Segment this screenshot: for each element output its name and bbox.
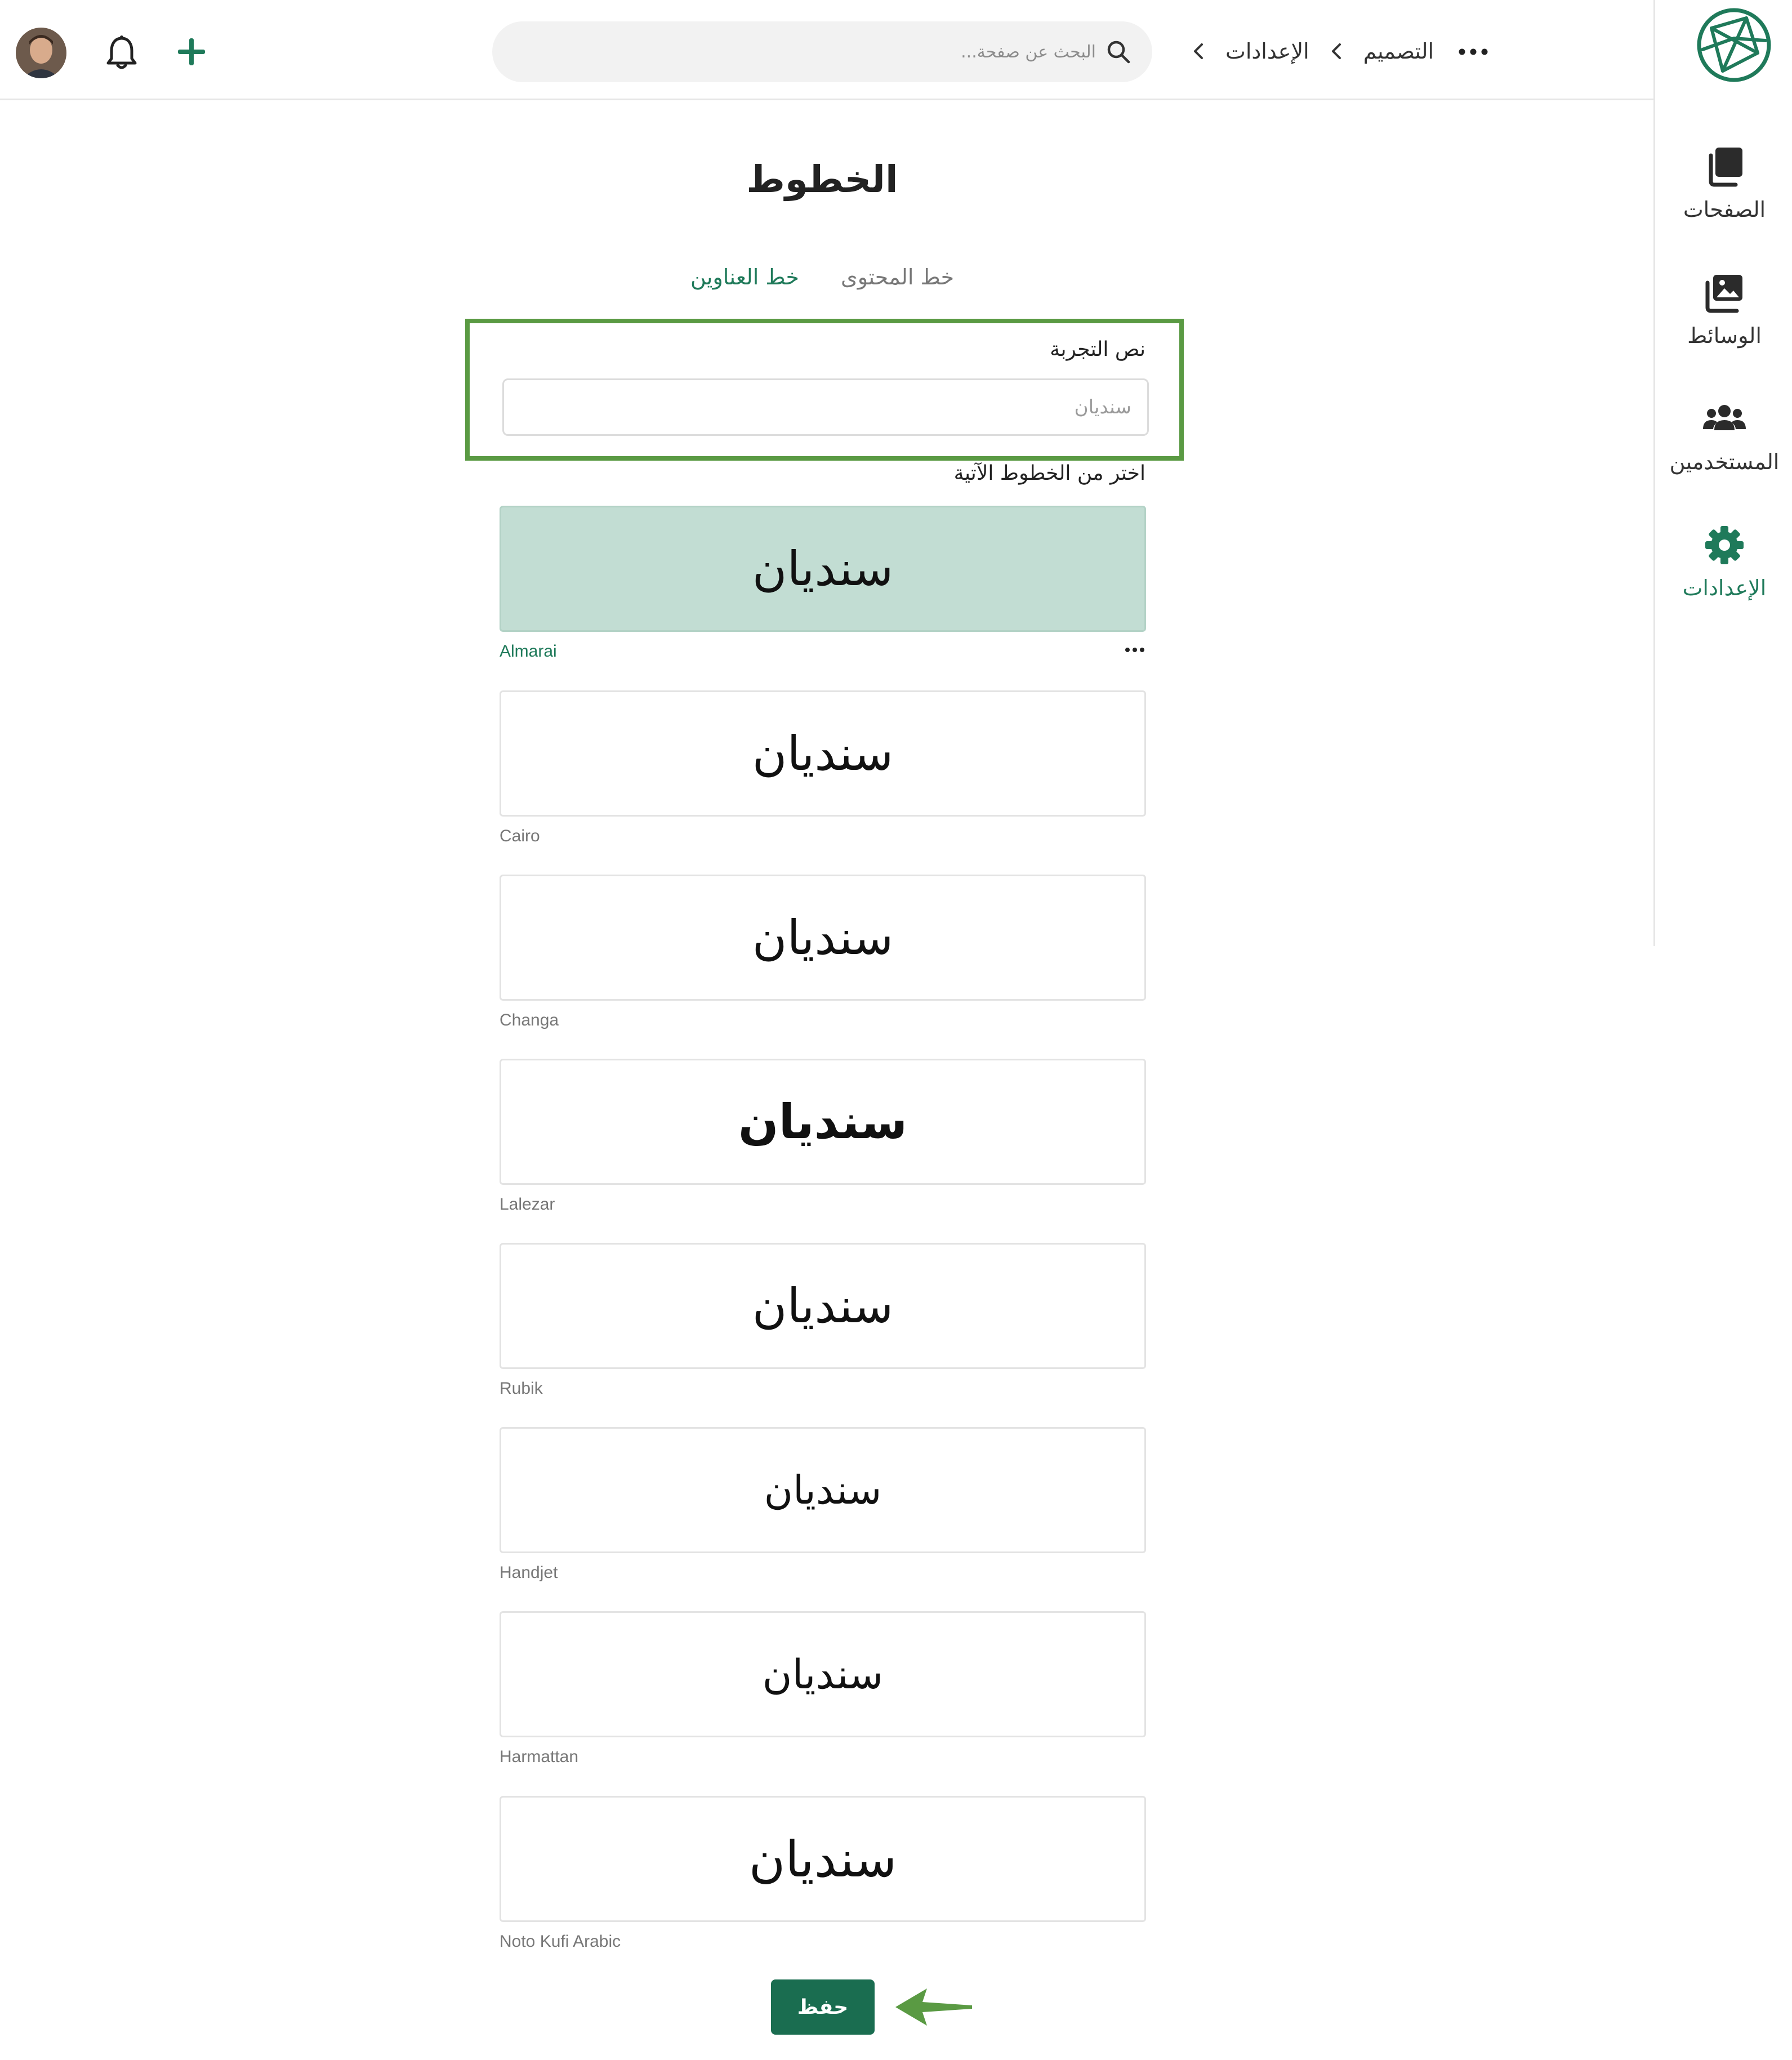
test-text-input[interactable] — [504, 380, 1147, 434]
tab-content-font[interactable]: خط المحتوى — [841, 265, 954, 304]
font-name: Cairo — [500, 827, 540, 845]
chevron-left-icon — [1331, 43, 1341, 59]
font-name: Handjet — [500, 1563, 558, 1582]
font-name: Noto Kufi Arabic — [500, 1932, 621, 1951]
sidebar-item-pages[interactable]: الصفحات — [1655, 141, 1792, 253]
font-option-rubik: سنديان Rubik — [500, 1243, 1146, 1398]
sidebar: الصفحات الوسائط المستخدمين الإعدادات — [1653, 0, 1792, 946]
logo-icon[interactable] — [1695, 5, 1773, 83]
font-preview-card[interactable]: سنديان — [500, 1243, 1146, 1369]
app-root: الإعدادات التصميم الصفحات — [0, 0, 1792, 2060]
sidebar-item-label: الصفحات — [1683, 197, 1766, 222]
font-name: Lalezar — [500, 1195, 555, 1214]
font-tabs: خط العناوين خط المحتوى — [653, 265, 991, 304]
test-text-field — [502, 378, 1149, 436]
test-text-highlight: نص التجربة — [465, 319, 1184, 461]
add-new-icon[interactable] — [176, 36, 207, 68]
users-icon — [1703, 405, 1746, 430]
font-preview-card[interactable]: سنديان — [500, 1796, 1146, 1922]
top-bar: الإعدادات التصميم — [0, 0, 1653, 100]
bell-icon[interactable] — [105, 35, 139, 71]
pages-icon — [1709, 148, 1742, 187]
more-options-icon[interactable] — [1124, 644, 1146, 656]
font-option-lalezar: سنديان Lalezar — [500, 1059, 1146, 1214]
font-option-almarai: سنديان Almarai — [500, 506, 1146, 661]
font-name: Changa — [500, 1011, 559, 1029]
chevron-left-icon — [1194, 43, 1203, 59]
save-button[interactable]: حفظ — [771, 1979, 875, 2035]
choose-font-label: اختر من الخطوط الآتية — [953, 462, 1145, 485]
font-preview-card[interactable]: سنديان — [500, 690, 1146, 817]
font-preview-card[interactable]: سنديان — [500, 506, 1146, 632]
tab-headings-font[interactable]: خط العناوين — [690, 265, 799, 304]
font-preview-card[interactable]: سنديان — [500, 1059, 1146, 1185]
search-bar — [492, 21, 1152, 82]
font-preview-card[interactable]: سنديان — [500, 875, 1146, 1001]
font-preview-card[interactable]: سنديان — [500, 1611, 1146, 1737]
breadcrumb-settings[interactable]: الإعدادات — [1225, 39, 1309, 64]
more-options-icon[interactable] — [1456, 41, 1490, 63]
pointer-arrow-icon — [895, 1988, 972, 2026]
font-name: Rubik — [500, 1379, 543, 1398]
font-option-harmattan: سنديان Harmattan — [500, 1611, 1146, 1766]
sidebar-item-media[interactable]: الوسائط — [1655, 267, 1792, 380]
test-text-label: نص التجربة — [1050, 338, 1145, 361]
font-name: Harmattan — [500, 1747, 579, 1766]
sidebar-item-label: الإعدادات — [1682, 576, 1767, 600]
media-icon — [1705, 275, 1742, 313]
sidebar-item-label: المستخدمين — [1669, 449, 1780, 474]
avatar-icon — [16, 28, 66, 78]
breadcrumb: الإعدادات التصميم — [1191, 32, 1434, 71]
font-option-cairo: سنديان Cairo — [500, 690, 1146, 845]
font-preview-card[interactable]: سنديان — [500, 1427, 1146, 1553]
sidebar-item-users[interactable]: المستخدمين — [1655, 393, 1792, 506]
search-icon — [1107, 41, 1130, 64]
search-input[interactable] — [589, 34, 1096, 70]
font-option-handjet: سنديان Handjet — [500, 1427, 1146, 1582]
font-name: Almarai — [500, 642, 557, 661]
breadcrumb-design[interactable]: التصميم — [1363, 39, 1434, 64]
font-option-noto-kufi-arabic: سنديان Noto Kufi Arabic — [500, 1796, 1146, 1951]
page-title: الخطوط — [746, 158, 898, 201]
font-option-changa: سنديان Changa — [500, 875, 1146, 1029]
user-avatar[interactable] — [16, 28, 66, 78]
sidebar-item-label: الوسائط — [1687, 323, 1762, 348]
sidebar-item-settings[interactable]: الإعدادات — [1655, 519, 1792, 632]
gear-icon — [1705, 526, 1744, 564]
